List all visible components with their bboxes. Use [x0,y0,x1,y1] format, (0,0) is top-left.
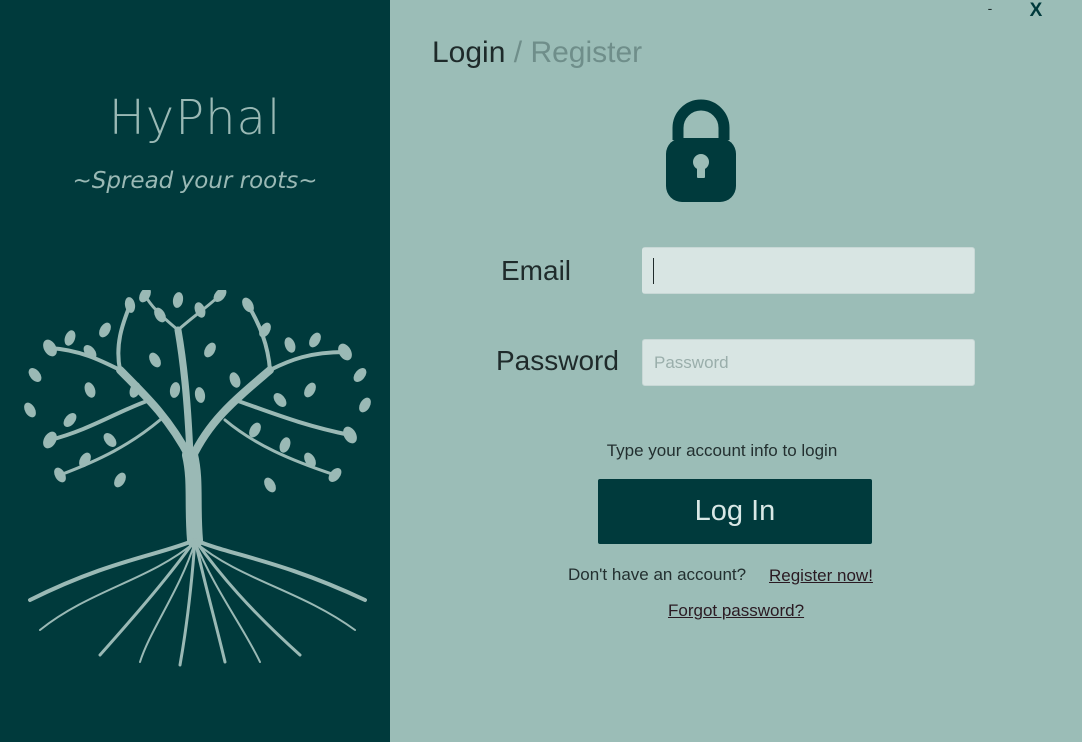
tab-login[interactable]: Login [432,36,505,69]
brand-panel: HyPhal ~Spread your roots~ [0,0,390,742]
brand-tagline: ~Spread your roots~ [72,168,318,194]
lock-icon [666,99,736,202]
tab-separator: / [513,36,523,69]
brand-title: HyPhal [108,90,282,146]
close-button[interactable]: X [1024,0,1048,24]
login-panel: - X Login / Register Email Password Type… [390,0,1082,742]
tab-register[interactable]: Register [530,36,642,69]
login-hint: Type your account info to login [606,441,838,460]
no-account-text: Don't have an account? [568,565,747,584]
text-caret [653,258,654,284]
password-field[interactable] [642,339,975,386]
minimize-button[interactable]: - [980,0,1000,22]
email-field[interactable] [642,247,975,294]
password-label: Password [496,345,619,376]
forgot-password-link[interactable]: Forgot password? [668,601,804,621]
register-now-link[interactable]: Register now! [769,566,873,586]
auth-tabs: Login / Register [432,36,642,70]
tree-illustration [24,290,371,667]
login-button[interactable]: Log In [598,479,872,544]
email-label: Email [501,255,572,286]
